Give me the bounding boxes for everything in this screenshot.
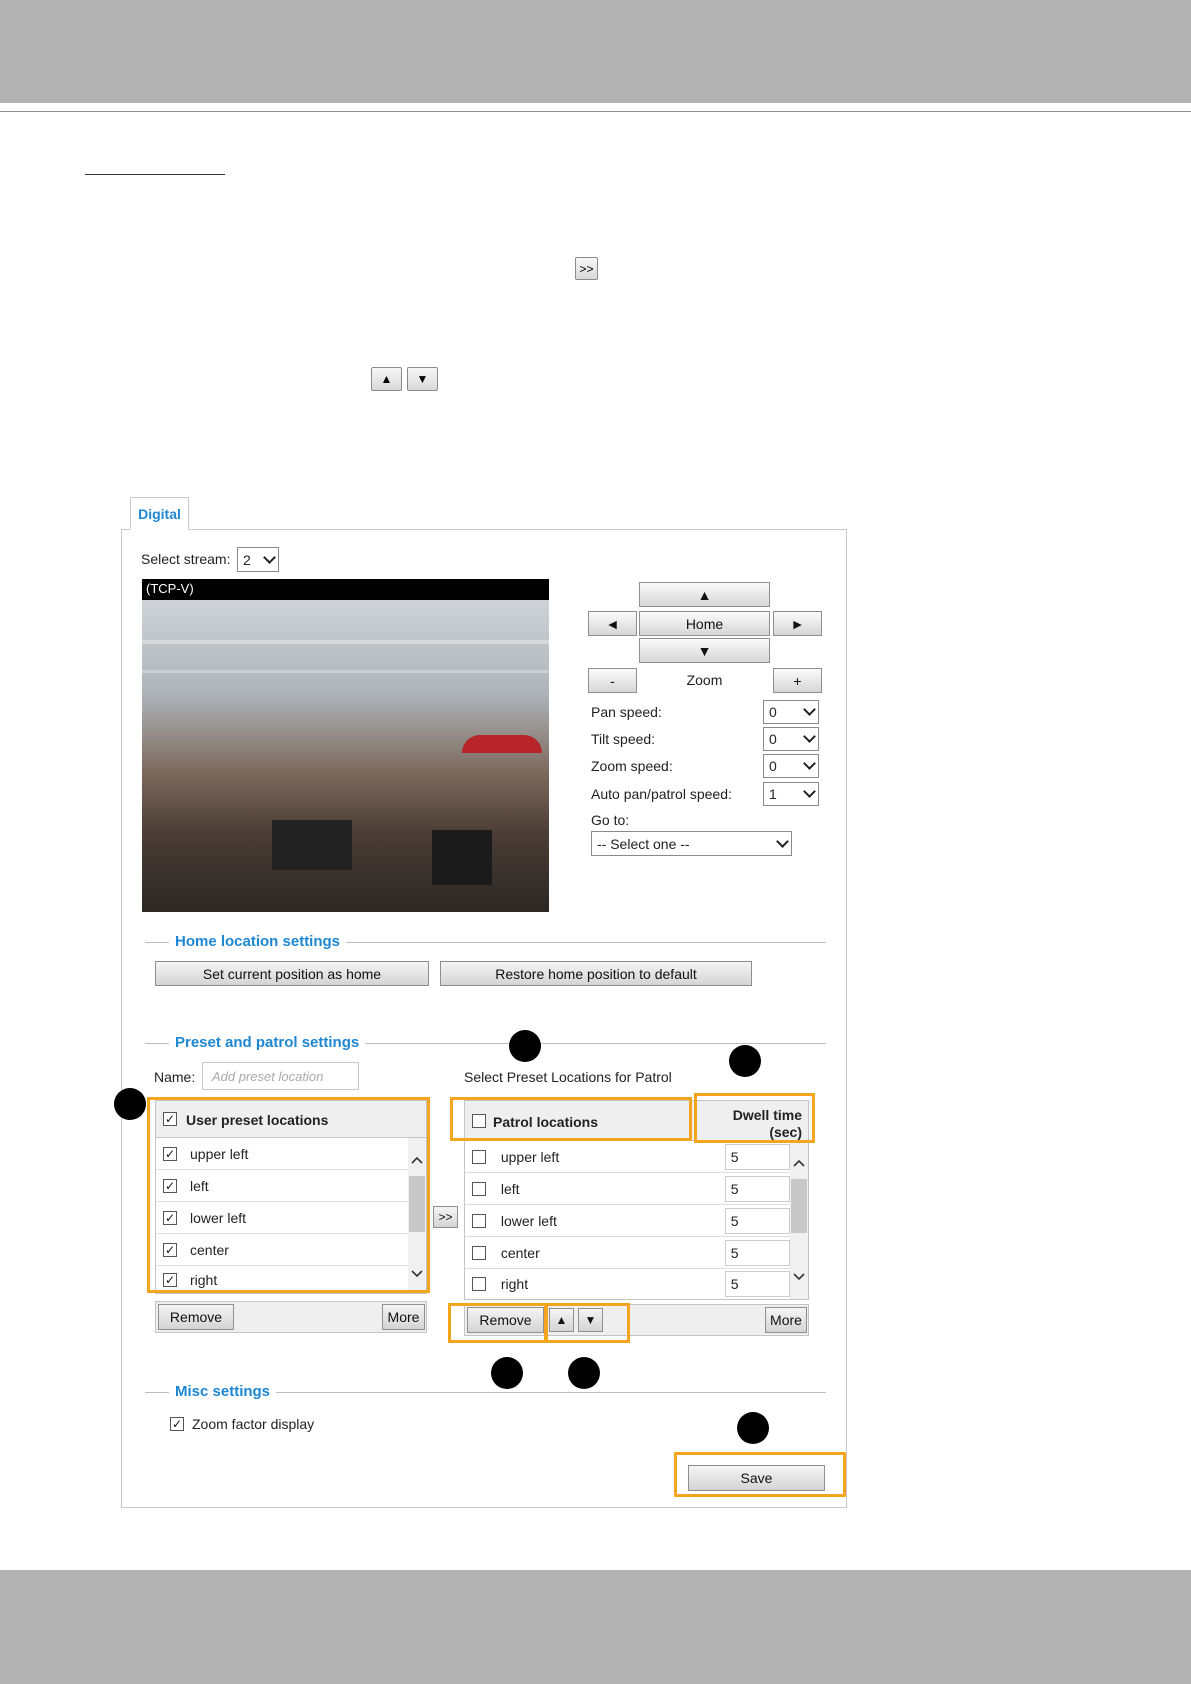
patrol-checkbox[interactable] bbox=[472, 1245, 486, 1260]
pan-speed-label: Pan speed: bbox=[591, 704, 662, 720]
dwell-time-input[interactable]: 5 bbox=[724, 1143, 790, 1170]
patrol-row[interactable]: center 5 bbox=[465, 1237, 790, 1269]
heading-underline bbox=[85, 174, 225, 175]
patrol-select-label: Select Preset Locations for Patrol bbox=[464, 1069, 672, 1085]
stream-select-value: 2 bbox=[243, 551, 251, 568]
patrol-location-label: lower left bbox=[500, 1212, 557, 1229]
patrol-more-button[interactable]: More bbox=[765, 1307, 807, 1333]
move-highlight bbox=[545, 1303, 630, 1343]
tilt-down-button[interactable]: ▼ bbox=[639, 638, 770, 663]
goto-select[interactable]: -- Select one -- bbox=[591, 831, 792, 856]
chevron-down-icon bbox=[803, 785, 816, 798]
camera-image bbox=[142, 600, 549, 912]
set-home-button[interactable]: Set current position as home bbox=[155, 961, 429, 986]
inline-up-button: ▲ bbox=[371, 367, 402, 391]
misc-section-title: Misc settings bbox=[169, 1383, 277, 1400]
video-preview[interactable]: (TCP-V) bbox=[142, 579, 549, 912]
video-stream-label: (TCP-V) bbox=[146, 581, 194, 596]
footer-band bbox=[0, 1570, 1191, 1684]
scroll-down-icon[interactable] bbox=[793, 1273, 805, 1281]
header-band bbox=[0, 0, 1191, 103]
zoom-factor-checkbox[interactable]: ✓ bbox=[170, 1417, 184, 1431]
zoom-speed-select[interactable]: 0 bbox=[763, 754, 819, 778]
patrol-location-label: right bbox=[500, 1276, 529, 1292]
callout-marker bbox=[491, 1357, 523, 1389]
pan-right-button[interactable]: ► bbox=[773, 611, 822, 636]
patrol-header-highlight bbox=[450, 1097, 692, 1141]
chevron-down-icon bbox=[803, 757, 816, 770]
inline-add-button: >> bbox=[575, 257, 598, 280]
home-button[interactable]: Home bbox=[639, 611, 770, 636]
patrol-location-label: center bbox=[500, 1244, 540, 1261]
dwell-time-input[interactable]: 5 bbox=[724, 1271, 790, 1297]
home-section-title: Home location settings bbox=[169, 933, 347, 950]
callout-marker bbox=[114, 1088, 146, 1120]
settings-panel: Select stream: 2 (TCP-V) ▲ ◄ Home ► ▼ - … bbox=[121, 529, 847, 1508]
remove-highlight bbox=[448, 1303, 547, 1343]
patrol-row[interactable]: right 5 bbox=[465, 1269, 790, 1299]
zoom-factor-label: Zoom factor display bbox=[192, 1416, 315, 1432]
patrol-scroll-thumb[interactable] bbox=[791, 1179, 807, 1233]
patrol-checkbox[interactable] bbox=[472, 1277, 486, 1291]
stream-select[interactable]: 2 bbox=[237, 547, 279, 572]
restore-home-button[interactable]: Restore home position to default bbox=[440, 961, 752, 986]
zoom-in-button[interactable]: + bbox=[773, 668, 822, 693]
patrol-row[interactable]: lower left 5 bbox=[465, 1205, 790, 1237]
tilt-up-button[interactable]: ▲ bbox=[639, 582, 770, 607]
zoom-out-button[interactable]: - bbox=[588, 668, 637, 693]
chevron-down-icon bbox=[803, 730, 816, 743]
user-preset-remove-button[interactable]: Remove bbox=[158, 1304, 234, 1330]
auto-speed-value: 1 bbox=[769, 786, 777, 802]
tilt-speed-label: Tilt speed: bbox=[591, 731, 656, 747]
patrol-location-label: upper left bbox=[500, 1148, 560, 1165]
auto-speed-label: Auto pan/patrol speed: bbox=[591, 786, 732, 802]
scroll-up-icon[interactable] bbox=[793, 1159, 805, 1167]
patrol-checkbox[interactable] bbox=[472, 1213, 486, 1228]
dwell-time-input[interactable]: 5 bbox=[724, 1207, 790, 1234]
zoom-speed-value: 0 bbox=[769, 758, 777, 774]
tab-digital[interactable]: Digital bbox=[130, 497, 189, 530]
save-highlight bbox=[674, 1452, 846, 1497]
callout-marker bbox=[568, 1357, 600, 1389]
preset-name-label: Name: bbox=[154, 1069, 196, 1085]
callout-marker bbox=[729, 1045, 761, 1077]
tilt-speed-select[interactable]: 0 bbox=[763, 727, 819, 751]
tilt-speed-value: 0 bbox=[769, 731, 777, 747]
chevron-down-icon bbox=[263, 550, 276, 564]
chevron-down-icon bbox=[776, 834, 789, 848]
auto-speed-select[interactable]: 1 bbox=[763, 782, 819, 806]
patrol-checkbox[interactable] bbox=[472, 1149, 486, 1164]
user-preset-more-button[interactable]: More bbox=[382, 1304, 425, 1330]
inline-down-button: ▼ bbox=[407, 367, 438, 391]
callout-marker bbox=[737, 1412, 769, 1444]
pan-left-button[interactable]: ◄ bbox=[588, 611, 637, 636]
preset-section-title: Preset and patrol settings bbox=[169, 1034, 366, 1051]
patrol-location-label: left bbox=[500, 1180, 520, 1197]
patrol-scrollbar[interactable] bbox=[790, 1141, 808, 1299]
preset-name-input[interactable]: Add preset location bbox=[202, 1062, 359, 1090]
zoom-speed-label: Zoom speed: bbox=[591, 758, 673, 774]
goto-label: Go to: bbox=[591, 812, 630, 828]
callout-marker bbox=[509, 1030, 541, 1062]
dwell-time-input[interactable]: 5 bbox=[724, 1175, 790, 1202]
select-stream-label: Select stream: bbox=[141, 551, 231, 567]
header-divider bbox=[0, 111, 1191, 112]
chevron-down-icon bbox=[803, 703, 816, 716]
user-preset-highlight bbox=[147, 1097, 430, 1293]
dwell-time-highlight bbox=[694, 1093, 815, 1143]
dwell-time-input[interactable]: 5 bbox=[724, 1239, 790, 1266]
patrol-checkbox[interactable] bbox=[472, 1181, 486, 1196]
add-to-patrol-button[interactable]: >> bbox=[433, 1206, 458, 1228]
zoom-label: Zoom bbox=[686, 672, 723, 688]
goto-select-value: -- Select one -- bbox=[597, 835, 690, 852]
pan-speed-value: 0 bbox=[769, 704, 777, 720]
patrol-row[interactable]: left 5 bbox=[465, 1173, 790, 1205]
patrol-row[interactable]: upper left 5 bbox=[465, 1141, 790, 1173]
pan-speed-select[interactable]: 0 bbox=[763, 700, 819, 724]
